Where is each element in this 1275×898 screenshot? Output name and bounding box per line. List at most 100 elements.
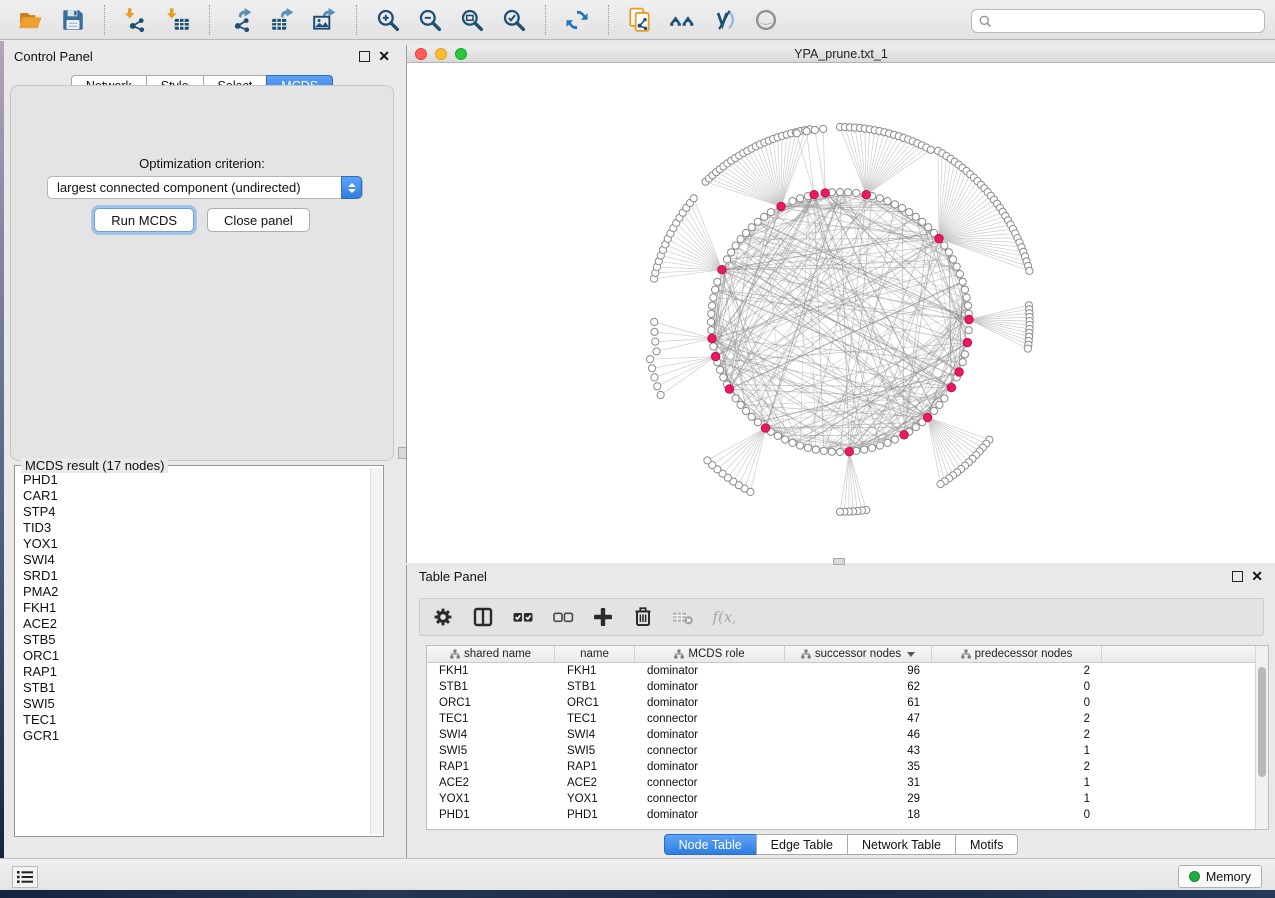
network-canvas[interactable]: [407, 63, 1275, 563]
table-scrollbar[interactable]: [1255, 646, 1268, 829]
cell-name[interactable]: TEC1: [555, 711, 635, 727]
cell-name[interactable]: ORC1: [555, 695, 635, 711]
cell-MCDS-role[interactable]: dominator: [635, 759, 785, 775]
cell-successor-nodes[interactable]: 47: [785, 711, 932, 727]
column-header-successor-nodes[interactable]: successor nodes: [785, 646, 932, 662]
cell-shared-name[interactable]: SWI4: [427, 727, 555, 743]
table-row[interactable]: ACE2ACE2connector311: [427, 775, 1268, 791]
float-table-panel-icon[interactable]: [1232, 571, 1243, 582]
table-row[interactable]: YOX1YOX1connector291: [427, 791, 1268, 807]
mcds-result-item[interactable]: SWI4: [23, 552, 369, 568]
save-session-icon[interactable]: [58, 5, 88, 35]
cell-successor-nodes[interactable]: 31: [785, 775, 932, 791]
zoom-selected-icon[interactable]: [499, 5, 529, 35]
zoom-out-icon[interactable]: [415, 5, 445, 35]
cell-shared-name[interactable]: FKH1: [427, 663, 555, 679]
cell-name[interactable]: STB1: [555, 679, 635, 695]
cell-name[interactable]: RAP1: [555, 759, 635, 775]
cell-successor-nodes[interactable]: 62: [785, 679, 932, 695]
task-history-button[interactable]: [12, 866, 38, 888]
table-row[interactable]: PHD1PHD1dominator180: [427, 807, 1268, 823]
close-panel-icon[interactable]: ✕: [378, 51, 390, 62]
cell-name[interactable]: SWI4: [555, 727, 635, 743]
mcds-result-item[interactable]: PMA2: [23, 584, 369, 600]
cell-shared-name[interactable]: TEC1: [427, 711, 555, 727]
cell-name[interactable]: FKH1: [555, 663, 635, 679]
cell-MCDS-role[interactable]: dominator: [635, 727, 785, 743]
mcds-result-item[interactable]: PHD1: [23, 472, 369, 488]
cell-MCDS-role[interactable]: connector: [635, 775, 785, 791]
cell-MCDS-role[interactable]: connector: [635, 743, 785, 759]
column-header-predecessor-nodes[interactable]: predecessor nodes: [932, 646, 1102, 662]
cell-shared-name[interactable]: RAP1: [427, 759, 555, 775]
criterion-select[interactable]: largest connected component (undirected): [47, 176, 363, 199]
binoculars-icon[interactable]: [667, 5, 697, 35]
cell-successor-nodes[interactable]: 96: [785, 663, 932, 679]
table-row[interactable]: SWI5SWI5connector431: [427, 743, 1268, 759]
show-hide-icon[interactable]: [751, 5, 781, 35]
window-maximize-icon[interactable]: [455, 48, 467, 60]
refresh-icon[interactable]: [562, 5, 592, 35]
mcds-result-item[interactable]: ORC1: [23, 648, 369, 664]
mcds-result-item[interactable]: TID3: [23, 520, 369, 536]
tab-node-table[interactable]: Node Table: [664, 834, 757, 855]
export-table-icon[interactable]: [268, 5, 298, 35]
cell-predecessor-nodes[interactable]: 1: [932, 743, 1102, 759]
cell-predecessor-nodes[interactable]: 0: [932, 807, 1102, 823]
close-table-panel-icon[interactable]: ✕: [1251, 571, 1263, 582]
cell-predecessor-nodes[interactable]: 2: [932, 759, 1102, 775]
mcds-result-item[interactable]: ACE2: [23, 616, 369, 632]
cell-predecessor-nodes[interactable]: 0: [932, 679, 1102, 695]
mcds-result-item[interactable]: CAR1: [23, 488, 369, 504]
table-row[interactable]: TEC1TEC1connector472: [427, 711, 1268, 727]
cell-MCDS-role[interactable]: dominator: [635, 807, 785, 823]
cell-MCDS-role[interactable]: dominator: [635, 679, 785, 695]
cell-predecessor-nodes[interactable]: 1: [932, 775, 1102, 791]
table-scrollbar-thumb[interactable]: [1258, 667, 1266, 777]
table-row[interactable]: RAP1RAP1dominator352: [427, 759, 1268, 775]
cell-name[interactable]: ACE2: [555, 775, 635, 791]
column-header-MCDS-role[interactable]: MCDS role: [635, 646, 785, 662]
cell-MCDS-role[interactable]: dominator: [635, 695, 785, 711]
window-close-icon[interactable]: [415, 48, 427, 60]
mcds-result-item[interactable]: STB5: [23, 632, 369, 648]
cell-successor-nodes[interactable]: 43: [785, 743, 932, 759]
run-mcds-button[interactable]: Run MCDS: [94, 208, 194, 232]
mcds-result-item[interactable]: SWI5: [23, 696, 369, 712]
cell-shared-name[interactable]: STB1: [427, 679, 555, 695]
column-visibility-icon[interactable]: [470, 604, 496, 630]
mcds-result-item[interactable]: RAP1: [23, 664, 369, 680]
tab-edge-table[interactable]: Edge Table: [756, 834, 848, 855]
export-image-icon[interactable]: [310, 5, 340, 35]
cell-shared-name[interactable]: ORC1: [427, 695, 555, 711]
cell-predecessor-nodes[interactable]: 1: [932, 791, 1102, 807]
cell-predecessor-nodes[interactable]: 2: [932, 711, 1102, 727]
deselect-all-icon[interactable]: [550, 604, 576, 630]
create-column-icon[interactable]: [590, 604, 616, 630]
cell-name[interactable]: PHD1: [555, 807, 635, 823]
table-row[interactable]: STB1STB1dominator620: [427, 679, 1268, 695]
cell-MCDS-role[interactable]: dominator: [635, 663, 785, 679]
zoom-fit-icon[interactable]: [457, 5, 487, 35]
cell-name[interactable]: SWI5: [555, 743, 635, 759]
cell-predecessor-nodes[interactable]: 2: [932, 663, 1102, 679]
cell-successor-nodes[interactable]: 35: [785, 759, 932, 775]
cell-successor-nodes[interactable]: 46: [785, 727, 932, 743]
tab-motifs[interactable]: Motifs: [955, 834, 1018, 855]
cell-MCDS-role[interactable]: connector: [635, 791, 785, 807]
mcds-list-scrollbar[interactable]: [370, 468, 382, 834]
open-file-icon[interactable]: [16, 5, 46, 35]
mcds-result-item[interactable]: SRD1: [23, 568, 369, 584]
graphics-details-icon[interactable]: [709, 5, 739, 35]
mcds-result-item[interactable]: TEC1: [23, 712, 369, 728]
close-panel-button[interactable]: Close panel: [207, 208, 310, 232]
cell-shared-name[interactable]: PHD1: [427, 807, 555, 823]
search-input[interactable]: [997, 10, 1264, 32]
cell-shared-name[interactable]: SWI5: [427, 743, 555, 759]
column-header-name[interactable]: name: [555, 646, 635, 662]
mcds-result-item[interactable]: STP4: [23, 504, 369, 520]
table-row[interactable]: FKH1FKH1dominator962: [427, 663, 1268, 679]
cell-successor-nodes[interactable]: 29: [785, 791, 932, 807]
cell-name[interactable]: YOX1: [555, 791, 635, 807]
column-header-shared-name[interactable]: shared name: [427, 646, 555, 662]
